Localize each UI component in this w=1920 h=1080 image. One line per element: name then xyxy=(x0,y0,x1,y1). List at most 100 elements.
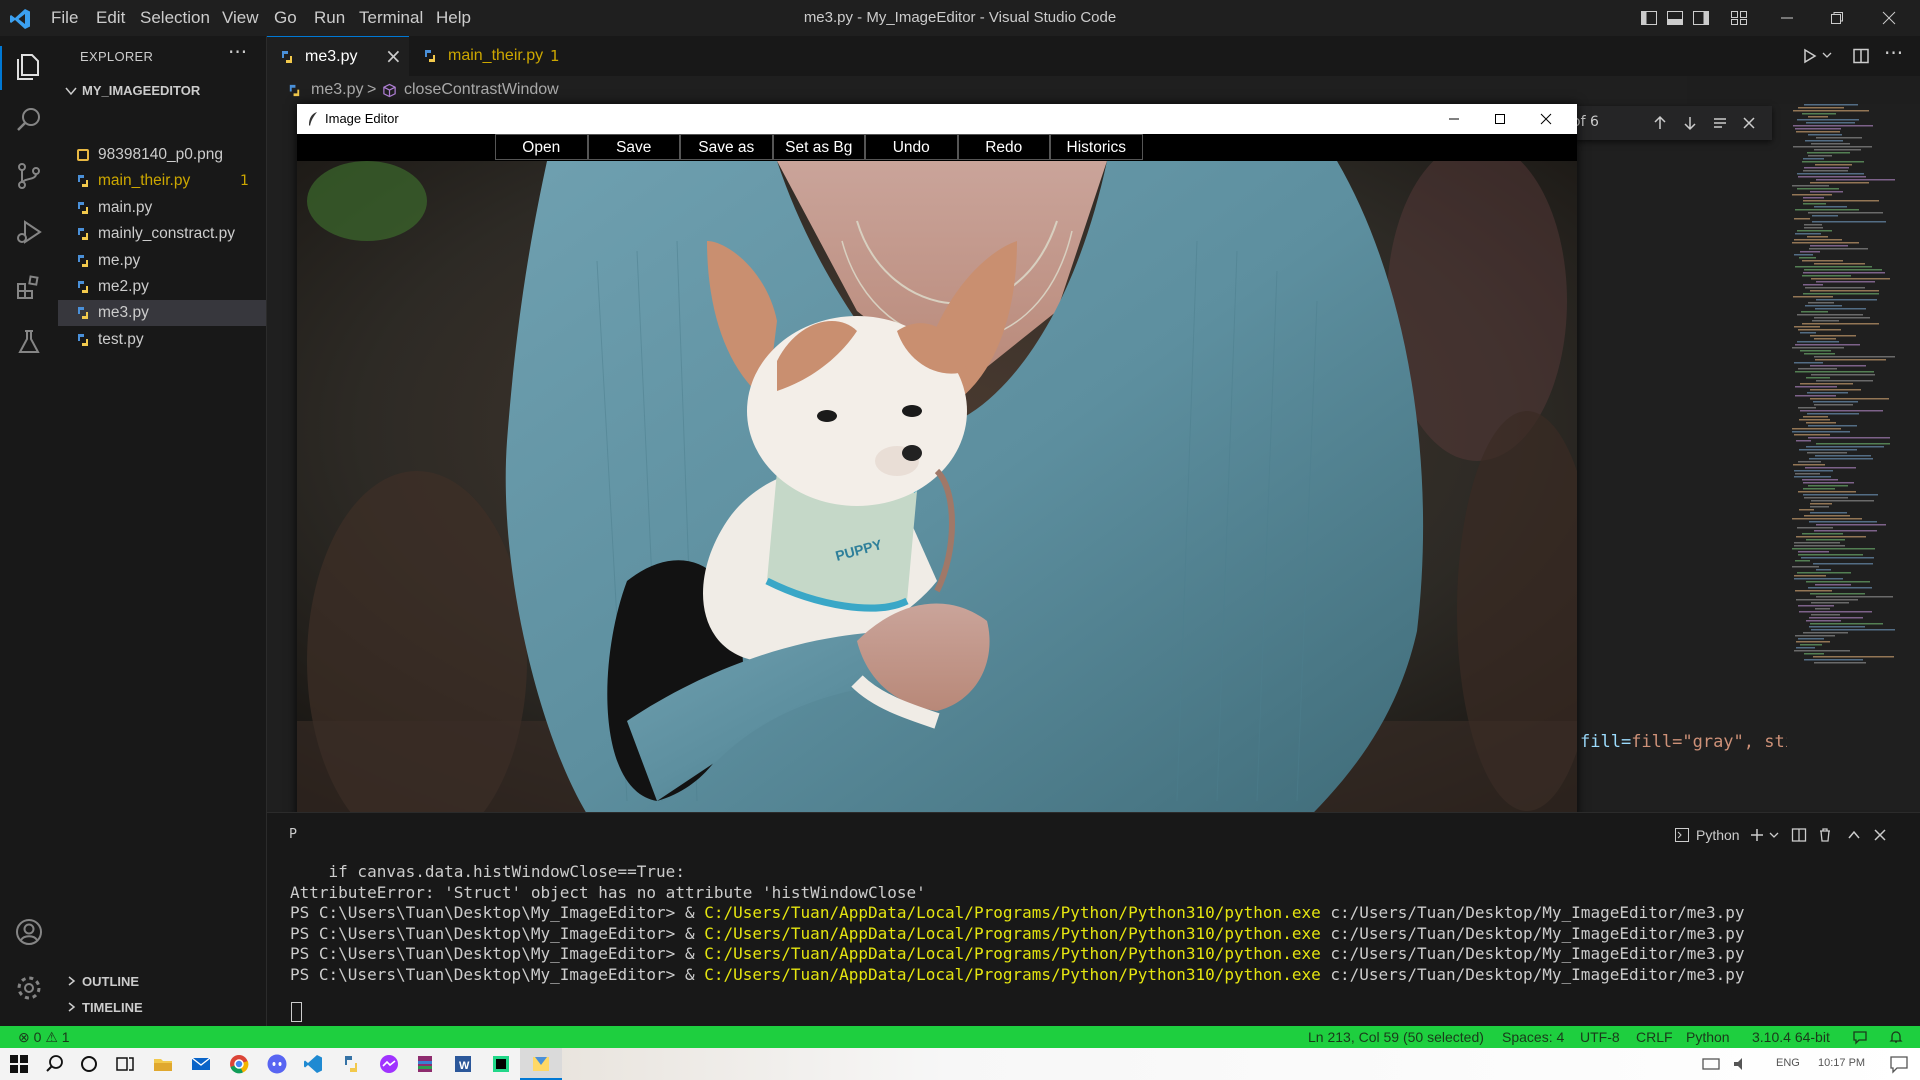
close-find-icon[interactable] xyxy=(1742,116,1756,130)
tray-volume-icon[interactable] xyxy=(1730,1053,1752,1075)
tray-network-icon[interactable] xyxy=(1700,1053,1722,1075)
mail-icon[interactable] xyxy=(190,1053,212,1075)
breadcrumb-file[interactable]: me3.py xyxy=(311,81,363,99)
notifications-bell-icon[interactable] xyxy=(1888,1029,1904,1045)
task-view-icon[interactable] xyxy=(114,1053,136,1075)
encoding[interactable]: UTF-8 xyxy=(1580,1029,1620,1045)
file-item[interactable]: me2.py xyxy=(58,274,266,300)
ie-set-as-bg-button[interactable]: Set as Bg xyxy=(772,134,865,160)
toggle-panel-icon[interactable] xyxy=(1666,9,1684,27)
terminal-script-path: c:/Users/Tuan/Desktop/My_ImageEditor/me3… xyxy=(1320,964,1745,984)
word-icon[interactable]: W xyxy=(452,1053,474,1075)
input-language[interactable]: ENG xyxy=(1776,1057,1800,1069)
file-item[interactable]: mainly_constract.py xyxy=(58,221,266,247)
cortana-icon[interactable] xyxy=(78,1053,100,1075)
close-panel-icon[interactable] xyxy=(1873,828,1887,842)
extensions-icon[interactable] xyxy=(13,272,45,304)
source-control-icon[interactable] xyxy=(13,160,45,192)
folder-header[interactable]: MY_IMAGEEDITOR xyxy=(58,80,266,102)
tab-me3[interactable]: me3.py × xyxy=(267,36,409,77)
minimap-line xyxy=(1792,518,1862,520)
minimap-line xyxy=(1796,599,1858,601)
chevron-down-icon[interactable] xyxy=(1769,830,1779,840)
ie-open-button[interactable]: Open xyxy=(495,134,588,160)
terminal-shell-name[interactable]: Python xyxy=(1696,827,1740,843)
split-terminal-icon[interactable] xyxy=(1791,827,1807,843)
restore-icon[interactable] xyxy=(1828,9,1846,27)
ie-save-as-button[interactable]: Save as xyxy=(680,134,773,160)
file-item[interactable]: main.py xyxy=(58,195,266,221)
arrow-up-icon[interactable] xyxy=(1652,115,1668,131)
ie-maximize-icon[interactable] xyxy=(1489,108,1511,130)
notification-center-icon[interactable] xyxy=(1888,1053,1910,1075)
breadcrumb-symbol[interactable]: closeContrastWindow xyxy=(404,81,559,99)
python-taskbar-icon[interactable] xyxy=(340,1053,362,1075)
pycharm-icon[interactable] xyxy=(490,1053,512,1075)
ie-save-button[interactable]: Save xyxy=(587,134,680,160)
find-in-selection-icon[interactable] xyxy=(1712,115,1728,131)
discord-icon[interactable] xyxy=(266,1053,288,1075)
outline-section[interactable]: OUTLINE xyxy=(58,970,266,994)
manage-gear-icon[interactable] xyxy=(13,972,45,1004)
end-of-line[interactable]: CRLF xyxy=(1636,1029,1673,1045)
explorer-more-actions[interactable]: ··· xyxy=(228,40,247,64)
toggle-sidebar-icon[interactable] xyxy=(1640,9,1658,27)
file-item[interactable]: main_their.py 1 xyxy=(58,168,266,194)
split-editor-icon[interactable] xyxy=(1852,47,1870,65)
chevron-down-icon[interactable] xyxy=(1822,50,1832,60)
close-icon[interactable] xyxy=(1880,9,1898,27)
file-item[interactable]: test.py xyxy=(58,327,266,353)
minimap[interactable] xyxy=(1787,104,1920,810)
winrar-icon[interactable] xyxy=(414,1053,436,1075)
python-interpreter[interactable]: 3.10.4 64-bit xyxy=(1752,1029,1830,1045)
explorer-icon[interactable] xyxy=(13,50,45,82)
accounts-icon[interactable] xyxy=(13,916,45,948)
ie-minimize-icon[interactable] xyxy=(1443,108,1465,130)
minimap-line xyxy=(1804,659,1863,661)
minimap-line xyxy=(1814,206,1847,208)
toggle-secondary-sidebar-icon[interactable] xyxy=(1692,9,1710,27)
image-editor-taskbar-icon[interactable] xyxy=(530,1053,552,1075)
chrome-icon[interactable] xyxy=(228,1053,250,1075)
run-python-file-icon[interactable] xyxy=(1802,48,1818,64)
python-file-icon xyxy=(78,333,88,346)
more-actions-icon[interactable]: ··· xyxy=(1884,41,1903,65)
taskbar-search-icon[interactable] xyxy=(44,1053,66,1075)
minimap-line xyxy=(1814,530,1877,532)
tab-close-icon[interactable]: × xyxy=(385,44,402,68)
file-item[interactable]: me.py xyxy=(58,248,266,274)
ie-close-icon[interactable] xyxy=(1535,108,1557,130)
language-mode[interactable]: Python xyxy=(1686,1029,1730,1045)
run-debug-icon[interactable] xyxy=(13,216,45,248)
windows-start-icon[interactable] xyxy=(8,1053,30,1075)
indentation[interactable]: Spaces: 4 xyxy=(1502,1029,1564,1045)
search-icon[interactable] xyxy=(13,104,45,136)
feedback-icon[interactable] xyxy=(1852,1029,1868,1045)
problems-indicator[interactable]: ⊗ 0 ⚠ 1 xyxy=(18,1029,70,1046)
ie-undo-button[interactable]: Undo xyxy=(865,134,958,160)
timeline-section[interactable]: TIMELINE xyxy=(58,996,266,1020)
testing-icon[interactable] xyxy=(13,326,45,358)
terminal-line: PS C:\Users\Tuan\Desktop\My_ImageEditor>… xyxy=(290,944,1745,963)
file-explorer-icon[interactable] xyxy=(152,1053,174,1075)
file-item[interactable]: 98398140_p0.png xyxy=(58,142,266,168)
arrow-down-icon[interactable] xyxy=(1682,115,1698,131)
terminal-output[interactable]: if canvas.data.histWindowClose==True: Att… xyxy=(267,858,1920,1026)
trash-icon[interactable] xyxy=(1817,827,1833,843)
customize-layout-icon[interactable] xyxy=(1730,9,1748,27)
vscode-taskbar-icon[interactable] xyxy=(302,1053,324,1075)
ie-redo-button[interactable]: Redo xyxy=(957,134,1050,160)
tab-main-their[interactable]: main_their.py 1 xyxy=(410,36,570,76)
ie-historics-button[interactable]: Historics xyxy=(1050,134,1143,160)
panel-tab-label[interactable]: P xyxy=(289,827,297,842)
clock[interactable]: 10:17 PM xyxy=(1818,1057,1865,1069)
new-terminal-plus-icon[interactable] xyxy=(1749,827,1765,843)
maximize-panel-chevron-up-icon[interactable] xyxy=(1847,828,1861,842)
minimap-line xyxy=(1813,656,1894,658)
file-item[interactable]: me3.py xyxy=(58,300,266,327)
cursor-position[interactable]: Ln 213, Col 59 (50 selected) xyxy=(1308,1029,1484,1045)
messenger-icon[interactable] xyxy=(378,1053,400,1075)
image-canvas[interactable]: PUPPY xyxy=(297,161,1577,829)
minimap-line xyxy=(1809,617,1863,619)
minimize-icon[interactable] xyxy=(1778,9,1796,27)
